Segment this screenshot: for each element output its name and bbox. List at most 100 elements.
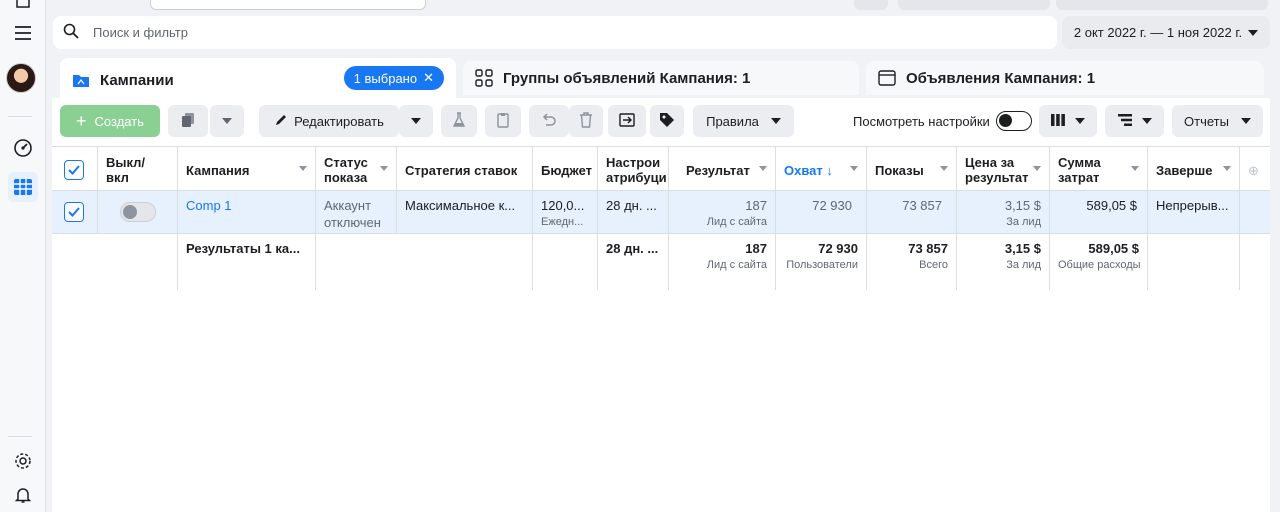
header-end-label: Заверше [1156, 163, 1213, 178]
close-icon[interactable]: ✕ [423, 70, 434, 86]
row-onoff-cell[interactable] [98, 191, 178, 233]
summary-impressions-cell: 73 857 Всего [867, 234, 957, 290]
sort-caret-icon[interactable] [940, 166, 948, 171]
ads-manager-table-icon[interactable] [8, 172, 38, 202]
header-result[interactable]: Результат [669, 147, 776, 190]
pencil-icon [274, 113, 288, 130]
search-placeholder: Поиск и фильтр [93, 25, 188, 40]
row-campaign-cell[interactable]: Comp 1 [178, 191, 316, 233]
top-button[interactable] [854, 0, 888, 10]
header-campaign[interactable]: Кампания [178, 147, 316, 190]
settings-gear-icon[interactable] [8, 446, 38, 476]
header-strategy[interactable]: Стратегия ставок [397, 147, 533, 190]
add-column-icon: ⊕ [1248, 163, 1259, 178]
header-attribution-line2: атрибуци [606, 170, 667, 185]
undo-button[interactable] [529, 105, 569, 137]
edit-button[interactable]: Редактировать [259, 105, 399, 137]
header-reach-label: Охват [784, 163, 823, 178]
sort-caret-icon[interactable] [850, 166, 858, 171]
avatar[interactable] [6, 63, 36, 93]
row-end-cell: Непрерыв... [1148, 191, 1240, 233]
campaign-name-link[interactable]: Comp 1 [186, 198, 232, 213]
summary-reach-sub: Пользователи [786, 259, 858, 271]
header-budget[interactable]: Бюджет [533, 147, 598, 190]
sort-caret-icon[interactable] [299, 166, 307, 171]
duplicate-dropdown[interactable] [210, 105, 244, 137]
columns-button[interactable] [1039, 105, 1097, 137]
sort-caret-icon[interactable] [380, 166, 388, 171]
columns-icon [1051, 113, 1065, 129]
rules-label: Правила [706, 113, 759, 129]
notifications-bell-icon[interactable] [8, 480, 38, 510]
top-button[interactable] [1056, 0, 1268, 10]
header-reach[interactable]: Охват ↓ [776, 147, 867, 190]
rail-divider [8, 116, 32, 117]
header-campaign-label: Кампания [186, 163, 250, 178]
date-range-picker[interactable]: 2 окт 2022 г. — 1 ноя 2022 г. [1062, 16, 1270, 49]
selected-count-badge[interactable]: 1 выбрано ✕ [343, 66, 444, 90]
summary-spend-sub: Общие расходы [1058, 259, 1141, 271]
add-column-button[interactable]: ⊕ [1240, 147, 1270, 190]
tag-button[interactable] [650, 105, 684, 137]
summary-result-cell: 187 Лид с сайта [669, 234, 776, 290]
campaign-onoff-switch[interactable] [120, 202, 156, 222]
chevron-down-icon [1141, 118, 1152, 124]
row-budget-cell[interactable]: 120,0... Ежедн... [533, 191, 598, 233]
tab-ads[interactable]: Объявления Кампания: 1 [866, 61, 1264, 95]
create-button[interactable]: + Создать [60, 105, 160, 137]
select-all-checkbox[interactable] [64, 160, 84, 180]
header-cost-per-result[interactable]: Цена за результат [957, 147, 1050, 190]
edit-button-label: Редактировать [294, 113, 384, 129]
summary-impressions-sub: Всего [919, 259, 948, 271]
status-line1: Аккаунт [324, 198, 372, 213]
header-attribution[interactable]: Настрои атрибуци [598, 147, 669, 190]
budget-value: 120,0... [541, 198, 585, 213]
breakdown-button[interactable] [1105, 105, 1164, 137]
sort-caret-icon[interactable] [1223, 166, 1231, 171]
row-status-cell: Аккаунт отключен [316, 191, 397, 233]
summary-label-cell: Результаты 1 ка... [178, 234, 316, 290]
sort-caret-icon[interactable] [1131, 166, 1139, 171]
view-settings-toggle[interactable] [996, 111, 1032, 131]
summary-empty-cell [316, 234, 533, 290]
flask-icon [452, 111, 466, 131]
header-status[interactable]: Статус показа [316, 147, 397, 190]
header-onoff-line2: вкл [106, 170, 129, 185]
menu-icon[interactable] [8, 18, 38, 48]
reports-dropdown[interactable]: Отчеты [1172, 105, 1263, 137]
table-row[interactable]: Comp 1 Аккаунт отключен Максимальное к..… [52, 191, 1270, 234]
tab-ad-sets[interactable]: Группы объявлений Кампания: 1 [463, 61, 859, 95]
cost-sub: За лид [1006, 216, 1041, 228]
home-icon[interactable] [8, 0, 38, 16]
sort-caret-icon[interactable] [1033, 166, 1041, 171]
row-select-cell[interactable] [52, 191, 98, 233]
export-button[interactable] [608, 105, 646, 137]
header-spend[interactable]: Сумма затрат [1050, 147, 1148, 190]
header-end[interactable]: Заверше [1148, 147, 1240, 190]
delete-button[interactable] [569, 105, 603, 137]
header-onoff-line1: Выкл/ [106, 155, 146, 170]
summary-cost: 3,15 $ [1004, 241, 1041, 256]
summary-spacer [98, 234, 178, 290]
summary-reach: 72 930 [818, 241, 858, 256]
sort-caret-icon[interactable] [759, 166, 767, 171]
selected-count-label: 1 выбрано [353, 70, 418, 86]
duplicate-button[interactable] [168, 105, 208, 137]
tab-campaigns[interactable]: Кампании 1 выбрано ✕ [60, 58, 456, 102]
header-select-all[interactable] [52, 147, 98, 190]
header-onoff[interactable]: Выкл/ вкл [98, 147, 178, 190]
ab-test-button[interactable] [441, 105, 477, 137]
row-checkbox[interactable] [64, 202, 84, 222]
edit-dropdown[interactable] [399, 105, 433, 137]
chevron-down-icon [1240, 118, 1251, 124]
search-filter-bar[interactable]: Поиск и фильтр [53, 16, 1057, 49]
dashboard-gauge-icon[interactable] [8, 133, 38, 163]
summary-attribution: 28 дн. ... [606, 241, 659, 256]
rules-dropdown[interactable]: Правила [693, 105, 794, 137]
row-attribution-cell: 28 дн. ... [598, 191, 669, 233]
top-button[interactable] [898, 0, 1050, 10]
account-selector[interactable] [150, 0, 426, 10]
clipboard-button[interactable] [485, 105, 521, 137]
result-sub: Лид с сайта [706, 216, 767, 228]
header-impressions[interactable]: Показы [867, 147, 957, 190]
